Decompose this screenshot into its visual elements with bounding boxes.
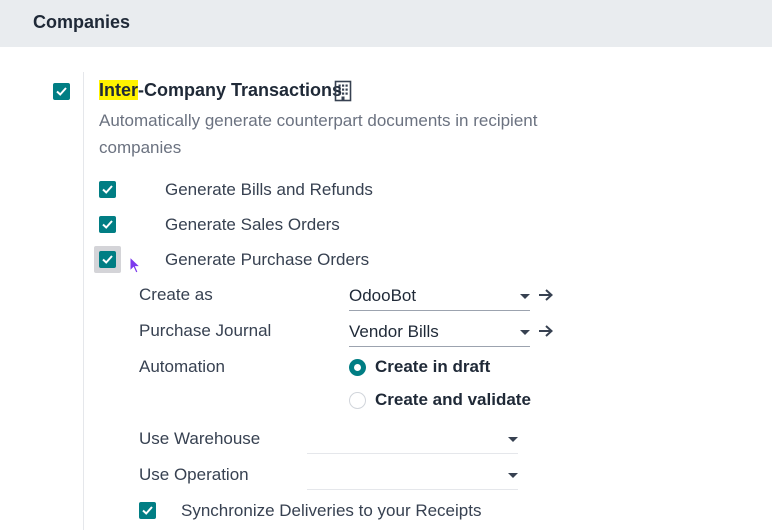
- inter-company-checkbox[interactable]: [53, 83, 70, 100]
- caret-down-icon: [508, 473, 518, 478]
- generate-bills-checkbox[interactable]: [99, 181, 116, 198]
- title-rest: -Company Transactions: [138, 80, 343, 100]
- create-as-label: Create as: [139, 285, 213, 304]
- building-icon: [334, 80, 352, 102]
- generate-sales-orders-checkbox[interactable]: [99, 216, 116, 233]
- create-in-draft-radio[interactable]: [349, 359, 366, 376]
- section-title: Companies: [33, 12, 131, 32]
- generate-bills-label: Generate Bills and Refunds: [165, 180, 373, 199]
- create-in-draft-label[interactable]: Create in draft: [375, 357, 490, 377]
- caret-down-icon: [508, 437, 518, 442]
- automation-label: Automation: [139, 357, 225, 376]
- generate-purchase-orders-label: Generate Purchase Orders: [165, 250, 370, 269]
- synchronize-deliveries-label: Synchronize Deliveries to your Receipts: [181, 501, 482, 520]
- use-warehouse-select[interactable]: [307, 427, 518, 454]
- arrow-right-icon[interactable]: [538, 288, 554, 302]
- create-and-validate-label[interactable]: Create and validate: [375, 390, 531, 410]
- create-as-value: OdooBot: [349, 286, 417, 305]
- use-operation-label: Use Operation: [139, 465, 249, 484]
- section-header: Companies: [0, 0, 772, 47]
- caret-down-icon: [520, 294, 530, 299]
- purchase-journal-select[interactable]: Vendor Bills: [349, 320, 530, 347]
- create-and-validate-radio[interactable]: [349, 392, 366, 409]
- feature-description: Automatically generate counterpart docum…: [99, 111, 538, 157]
- purchase-journal-value: Vendor Bills: [349, 322, 439, 341]
- caret-down-icon: [520, 330, 530, 335]
- mouse-cursor-icon: [129, 256, 141, 274]
- create-as-select[interactable]: OdooBot: [349, 284, 530, 311]
- feature-title: Inter-Company Transactions: [99, 80, 342, 101]
- use-operation-select[interactable]: [307, 463, 518, 490]
- purchase-journal-label: Purchase Journal: [139, 321, 272, 340]
- arrow-right-icon[interactable]: [538, 324, 554, 338]
- generate-sales-orders-label: Generate Sales Orders: [165, 215, 340, 234]
- generate-purchase-orders-checkbox[interactable]: [99, 251, 116, 268]
- divider-line: [83, 72, 84, 530]
- title-highlight: Inter: [99, 80, 139, 100]
- use-warehouse-label: Use Warehouse: [139, 429, 261, 448]
- synchronize-deliveries-checkbox[interactable]: [139, 502, 156, 519]
